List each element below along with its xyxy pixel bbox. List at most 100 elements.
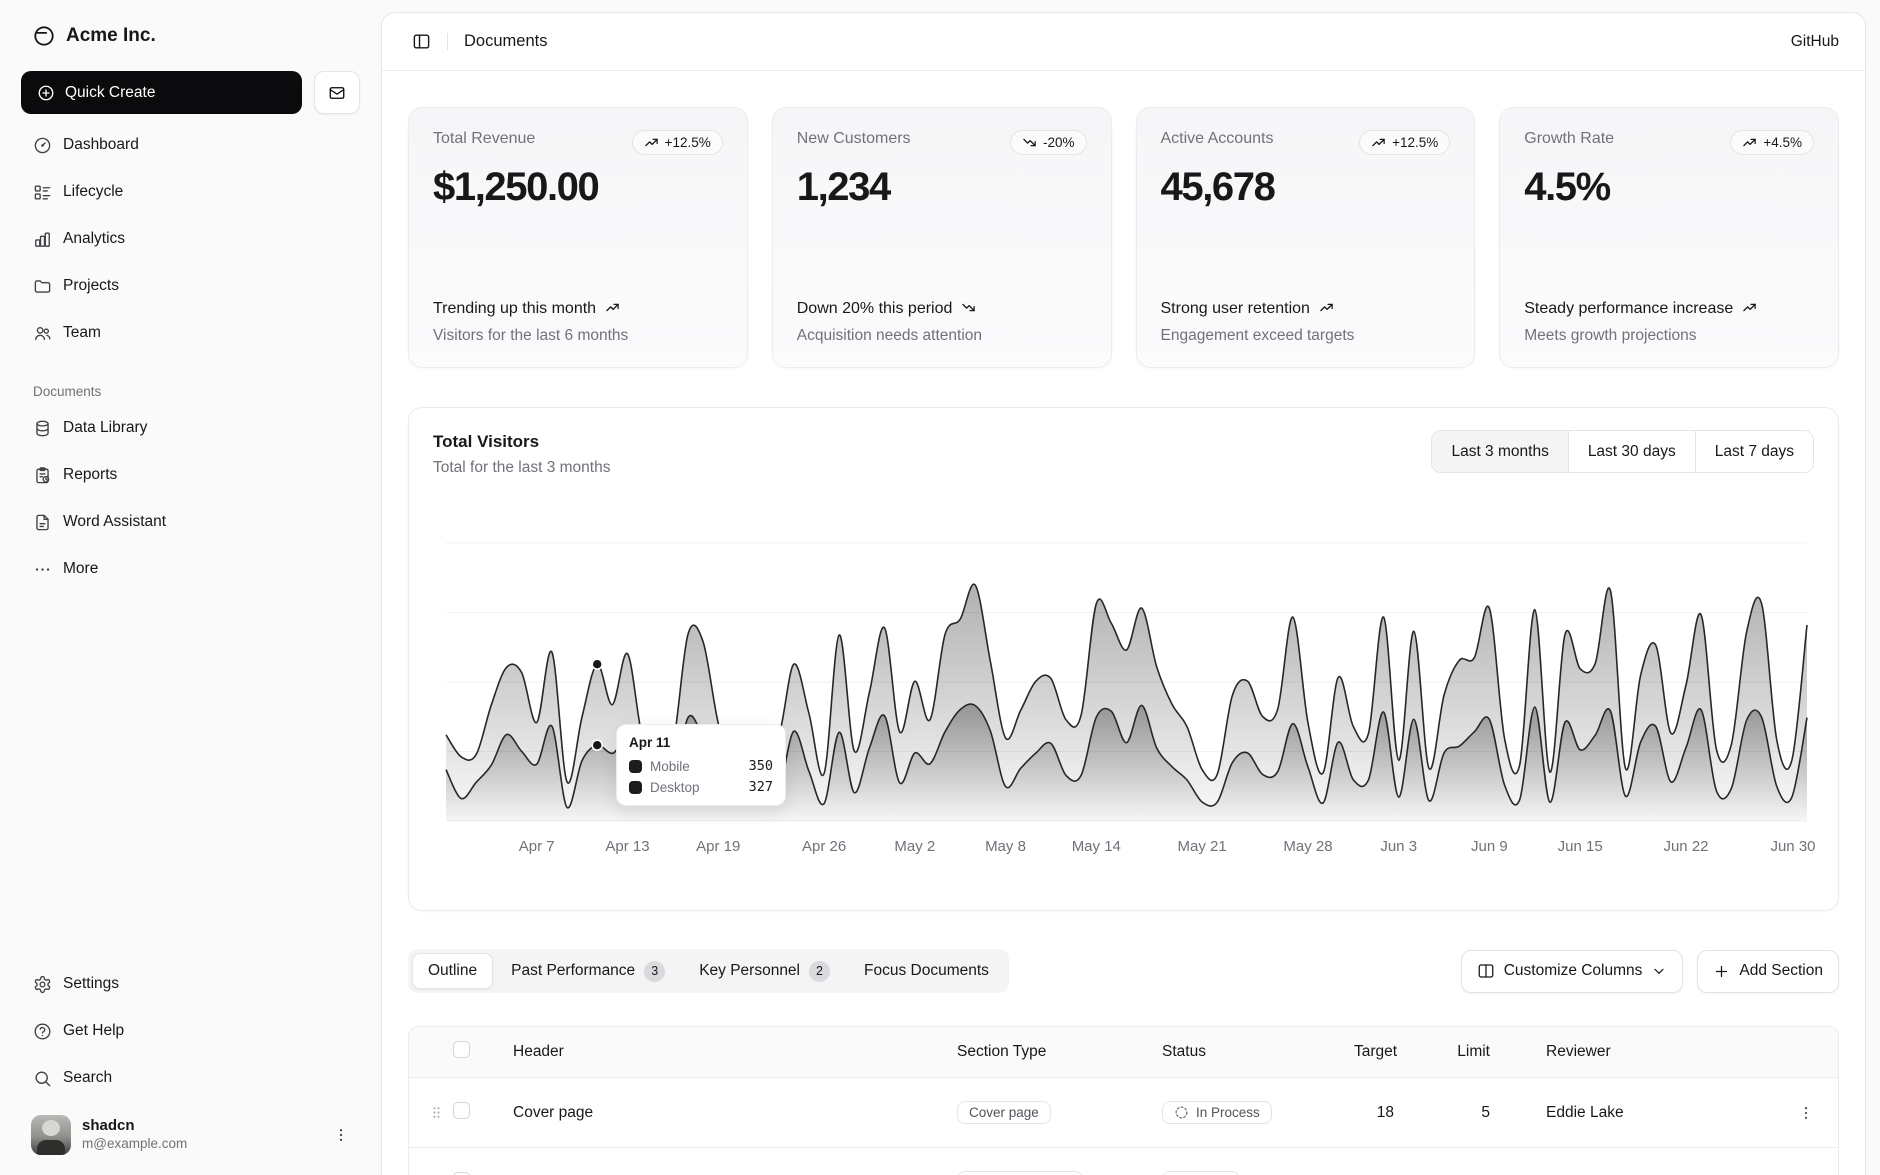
chart-bar-icon [33, 230, 52, 249]
user-kebab-icon[interactable] [332, 1126, 350, 1144]
tab-count-badge: 2 [809, 961, 830, 982]
mail-icon [328, 84, 346, 102]
row-checkbox[interactable] [453, 1172, 470, 1175]
quick-create-label: Quick Create [65, 84, 155, 102]
sidebar-toggle-button[interactable] [408, 28, 435, 55]
trend-up-icon [605, 300, 620, 315]
plus-circle-icon [37, 84, 55, 102]
stat-footer-desc: Acquisition needs attention [797, 327, 1087, 345]
sidebar-item-more[interactable]: More [21, 550, 360, 588]
svg-text:Jun 22: Jun 22 [1663, 838, 1708, 855]
col-reviewer: Reviewer [1506, 1043, 1774, 1061]
sidebar-item-search[interactable]: Search [21, 1059, 360, 1097]
tab-label: Outline [428, 962, 477, 980]
quick-create-row: Quick Create [21, 71, 360, 114]
tab-focus-documents[interactable]: Focus Documents [848, 953, 1005, 989]
range-last-7-days[interactable]: Last 7 days [1695, 431, 1813, 472]
users-icon [33, 324, 52, 343]
sidebar-item-label: Lifecycle [63, 183, 123, 201]
svg-text:Jun 9: Jun 9 [1471, 838, 1508, 855]
sidebar-group-label: Documents [21, 384, 360, 399]
drag-handle-icon[interactable] [419, 1104, 453, 1121]
brand-name: Acme Inc. [66, 25, 156, 47]
row-actions-kebab[interactable] [1774, 1104, 1838, 1122]
sidebar-item-word-assistant[interactable]: Word Assistant [21, 503, 360, 541]
inbox-button[interactable] [314, 71, 360, 114]
series-value: 350 [749, 758, 773, 774]
chevron-down-icon [1651, 963, 1667, 979]
trend-up-icon [1742, 300, 1757, 315]
tab-label: Focus Documents [864, 962, 989, 980]
trend-badge: +4.5% [1730, 130, 1814, 155]
sidebar-item-label: Projects [63, 277, 119, 295]
tab-count-badge: 3 [644, 961, 665, 982]
folder-icon [33, 277, 52, 296]
sidebar-nav-documents: Data Library Reports Word Assistant More [21, 409, 360, 588]
select-all-checkbox[interactable] [453, 1041, 470, 1058]
chart-area[interactable]: Apr 7Apr 13Apr 19Apr 26May 2May 8May 14M… [433, 505, 1814, 865]
range-last-30-days[interactable]: Last 30 days [1568, 431, 1695, 472]
svg-text:May 2: May 2 [894, 838, 935, 855]
trend-down-icon [961, 300, 976, 315]
tab-outline[interactable]: Outline [412, 953, 493, 989]
quick-create-button[interactable]: Quick Create [21, 71, 302, 114]
cell-header: Cover page [499, 1104, 941, 1122]
sidebar-item-settings[interactable]: Settings [21, 965, 360, 1003]
stat-value: 45,678 [1161, 165, 1451, 210]
stat-label: New Customers [797, 130, 911, 148]
svg-text:May 8: May 8 [985, 838, 1026, 855]
series-name: Mobile [650, 759, 690, 774]
sidebar-item-reports[interactable]: Reports [21, 456, 360, 494]
tooltip-date: Apr 11 [629, 735, 773, 750]
sidebar-item-data-library[interactable]: Data Library [21, 409, 360, 447]
cell-reviewer: Eddie Lake [1506, 1104, 1774, 1122]
svg-text:Apr 13: Apr 13 [605, 838, 649, 855]
svg-text:Apr 19: Apr 19 [696, 838, 740, 855]
page-title: Documents [464, 32, 547, 51]
list-details-icon [33, 183, 52, 202]
series-swatch [629, 781, 642, 794]
sidebar-item-label: Get Help [63, 1022, 124, 1040]
user-meta: shadcn m@example.com [82, 1117, 187, 1153]
stat-value: $1,250.00 [433, 165, 723, 210]
sidebar-item-get-help[interactable]: Get Help [21, 1012, 360, 1050]
row-checkbox[interactable] [453, 1102, 470, 1119]
tab-past-performance[interactable]: Past Performance 3 [495, 953, 681, 989]
file-icon [33, 513, 52, 532]
series-swatch [629, 760, 642, 773]
user-menu[interactable]: shadcn m@example.com [21, 1107, 360, 1163]
tab-label: Past Performance [511, 962, 635, 980]
sidebar-item-projects[interactable]: Projects [21, 267, 360, 305]
tab-key-personnel[interactable]: Key Personnel 2 [683, 953, 846, 989]
col-header: Header [499, 1043, 941, 1061]
svg-text:May 21: May 21 [1177, 838, 1226, 855]
visitors-area-chart[interactable]: Apr 7Apr 13Apr 19Apr 26May 2May 8May 14M… [433, 505, 1821, 865]
stat-card-active-accounts: Active Accounts +12.5% 45,678 Strong use… [1136, 107, 1476, 368]
github-link[interactable]: GitHub [1791, 33, 1839, 50]
trend-up-icon [1371, 135, 1386, 150]
sidebar-item-lifecycle[interactable]: Lifecycle [21, 173, 360, 211]
customize-columns-button[interactable]: Customize Columns [1461, 950, 1684, 993]
add-section-button[interactable]: Add Section [1697, 950, 1839, 993]
tabs: Outline Past Performance 3 Key Personnel 2 Fo… [408, 949, 1009, 993]
sidebar: Acme Inc. Quick Create Dashboard Lifecyc… [0, 0, 381, 1175]
sidebar-item-dashboard[interactable]: Dashboard [21, 126, 360, 164]
svg-text:Apr 26: Apr 26 [802, 838, 846, 855]
stat-footer: Steady performance increase Meets growth… [1524, 298, 1814, 345]
sidebar-nav-footer: Settings Get Help Search [21, 965, 360, 1097]
sidebar-item-label: Settings [63, 975, 119, 993]
series-name: Desktop [650, 780, 700, 795]
sidebar-item-label: Search [63, 1069, 112, 1087]
status-badge: In Process [1162, 1101, 1272, 1124]
stat-footer-desc: Visitors for the last 6 months [433, 327, 723, 345]
tooltip-rows: Mobile 350 Desktop 327 [629, 758, 773, 795]
tab-label: Key Personnel [699, 962, 800, 980]
main-panel: Documents GitHub Total Revenue +12.5% $1… [381, 12, 1866, 1175]
range-last-3-months[interactable]: Last 3 months [1432, 431, 1567, 472]
svg-text:Apr 7: Apr 7 [519, 838, 555, 855]
svg-text:Jun 30: Jun 30 [1770, 838, 1815, 855]
sidebar-item-analytics[interactable]: Analytics [21, 220, 360, 258]
stat-footer-title: Strong user retention [1161, 298, 1310, 320]
sidebar-item-team[interactable]: Team [21, 314, 360, 352]
brand[interactable]: Acme Inc. [21, 16, 360, 56]
